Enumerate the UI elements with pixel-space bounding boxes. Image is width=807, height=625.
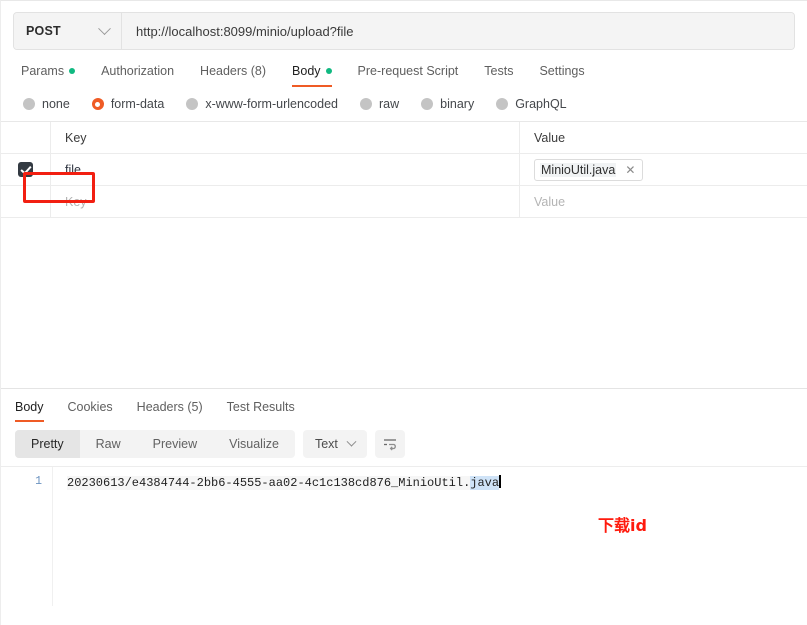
- url-input-group: POST http://localhost:8099/minio/upload?…: [13, 12, 795, 50]
- body-type-form-data[interactable]: form-data: [91, 97, 165, 111]
- response-tab-test-results[interactable]: Test Results: [227, 400, 295, 422]
- wrap-lines-icon: [383, 439, 396, 451]
- table-row[interactable]: file MinioUtil.java ✕: [1, 154, 807, 186]
- annotation-note: 下载id: [598, 516, 647, 535]
- response-body-editor[interactable]: 1 20230613/e4384744-2bb6-4555-aa02-4c1c1…: [1, 466, 807, 606]
- response-tab-headers[interactable]: Headers (5): [137, 400, 203, 422]
- http-method-selector[interactable]: POST: [14, 13, 122, 49]
- response-body-unselected-text: 20230613/e4384744-2bb6-4555-aa02-4c1c138…: [67, 476, 471, 490]
- table-empty-row[interactable]: Key Value: [1, 186, 807, 218]
- tab-body[interactable]: Body: [292, 64, 332, 87]
- tab-body-label: Body: [292, 64, 321, 78]
- body-type-raw[interactable]: raw: [360, 97, 399, 111]
- radio-icon: [360, 98, 372, 110]
- text-cursor: [499, 475, 501, 488]
- tab-headers-label: Headers (8): [200, 64, 267, 78]
- empty-row-value-input[interactable]: Value: [520, 186, 807, 217]
- format-button-raw[interactable]: Raw: [80, 430, 137, 458]
- body-type-urlencoded-label: x-www-form-urlencoded: [205, 97, 338, 111]
- tab-params[interactable]: Params: [21, 64, 76, 87]
- tab-tests-label: Tests: [484, 64, 514, 78]
- tab-pre-request-script-label: Pre-request Script: [357, 64, 459, 78]
- tab-params-label: Params: [21, 64, 65, 78]
- response-body-line: 20230613/e4384744-2bb6-4555-aa02-4c1c138…: [67, 476, 500, 490]
- tab-authorization-label: Authorization: [101, 64, 175, 78]
- chevron-down-icon: [346, 436, 357, 447]
- body-type-none[interactable]: none: [23, 97, 70, 111]
- form-data-table: Key Value file MinioUtil.java ✕ Key Valu…: [1, 121, 807, 218]
- tab-tests[interactable]: Tests: [484, 64, 513, 87]
- header-value-cell: Value: [534, 130, 566, 145]
- radio-icon: [23, 98, 35, 110]
- header-checkbox-cell: [1, 122, 51, 153]
- file-chip-name: MinioUtil.java: [540, 162, 617, 177]
- body-type-binary[interactable]: binary: [421, 97, 474, 111]
- wrap-lines-button[interactable]: [374, 430, 405, 458]
- format-button-pretty[interactable]: Pretty: [15, 430, 80, 458]
- body-type-urlencoded[interactable]: x-www-form-urlencoded: [186, 97, 338, 111]
- request-url-bar: POST http://localhost:8099/minio/upload?…: [1, 1, 807, 53]
- response-tab-bar: Body Cookies Headers (5) Test Results: [1, 389, 807, 422]
- request-tab-bar: Params Authorization Headers (8) Body Pr…: [1, 53, 807, 87]
- format-button-preview[interactable]: Preview: [137, 430, 213, 458]
- tab-pre-request-script[interactable]: Pre-request Script: [358, 64, 459, 87]
- empty-row-checkbox-cell[interactable]: [1, 186, 51, 217]
- modified-dot-icon: [325, 68, 332, 74]
- empty-row-key-input[interactable]: Key: [51, 186, 520, 217]
- chevron-down-icon: [98, 21, 111, 35]
- checkbox-checked-icon[interactable]: [18, 162, 33, 177]
- modified-dot-icon: [69, 68, 76, 74]
- response-language-label: Text: [314, 437, 338, 451]
- close-icon[interactable]: ✕: [625, 164, 635, 176]
- format-button-visualize[interactable]: Visualize: [213, 430, 295, 458]
- radio-selected-icon: [91, 98, 104, 110]
- response-format-toolbar: Pretty Raw Preview Visualize Text: [1, 422, 807, 466]
- body-type-graphql[interactable]: GraphQL: [496, 97, 567, 111]
- tab-settings[interactable]: Settings: [539, 64, 584, 87]
- radio-icon: [496, 98, 509, 110]
- editor-line-number-gutter: 1: [1, 467, 53, 606]
- response-pane: Body Cookies Headers (5) Test Results Pr…: [1, 388, 807, 606]
- request-url-input[interactable]: http://localhost:8099/minio/upload?file: [122, 13, 794, 49]
- table-header-row: Key Value: [1, 122, 807, 154]
- body-type-binary-label: binary: [440, 97, 475, 111]
- response-tab-body[interactable]: Body: [15, 400, 44, 422]
- line-number: 1: [35, 475, 42, 488]
- http-method-label: POST: [26, 24, 61, 38]
- postman-window: POST http://localhost:8099/minio/upload?…: [0, 0, 807, 625]
- row-value-file-cell[interactable]: MinioUtil.java ✕: [520, 154, 807, 185]
- tab-headers[interactable]: Headers (8): [200, 64, 266, 87]
- response-body-text[interactable]: 20230613/e4384744-2bb6-4555-aa02-4c1c138…: [53, 467, 807, 606]
- response-format-segmented-control: Pretty Raw Preview Visualize: [15, 430, 295, 458]
- response-body-selected-text: java: [470, 476, 500, 490]
- radio-icon: [186, 98, 199, 110]
- file-chip[interactable]: MinioUtil.java ✕: [534, 158, 644, 181]
- body-type-none-label: none: [42, 97, 70, 111]
- body-type-graphql-label: GraphQL: [515, 97, 567, 111]
- row-key-input[interactable]: file: [51, 154, 520, 185]
- body-type-raw-label: raw: [379, 97, 400, 111]
- tab-settings-label: Settings: [539, 64, 585, 78]
- response-language-select[interactable]: Text: [302, 430, 367, 458]
- radio-icon: [421, 98, 434, 110]
- body-type-radio-group: none form-data x-www-form-urlencoded raw…: [1, 87, 807, 121]
- body-type-form-data-label: form-data: [110, 97, 165, 111]
- row-enabled-checkbox-cell[interactable]: [1, 154, 51, 185]
- request-body-empty-area: [1, 218, 807, 388]
- tab-authorization[interactable]: Authorization: [101, 64, 174, 87]
- header-key-cell: Key: [51, 122, 520, 153]
- response-tab-cookies[interactable]: Cookies: [68, 400, 113, 422]
